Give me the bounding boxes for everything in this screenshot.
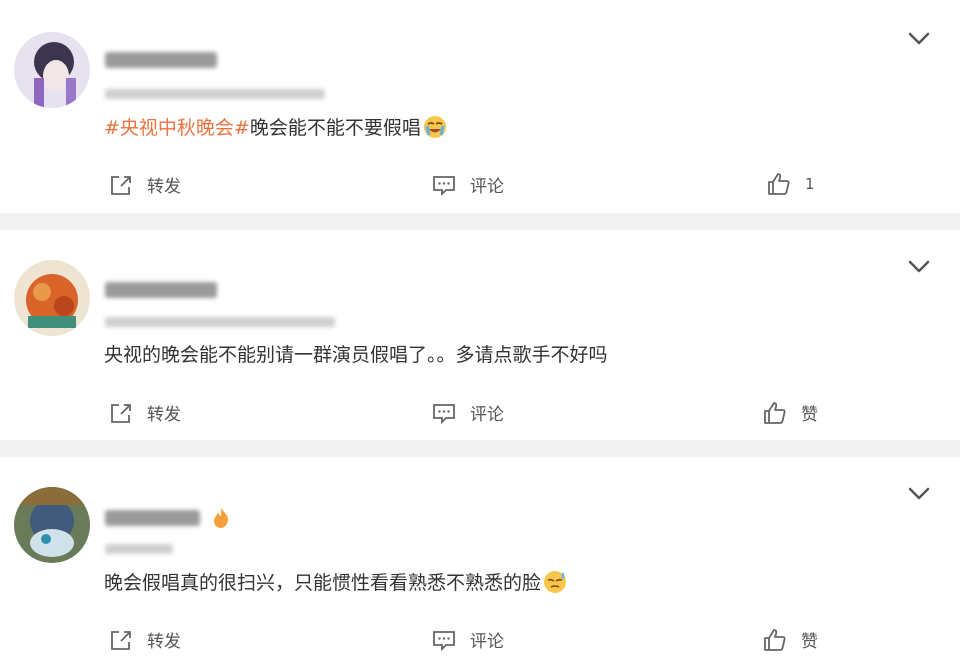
repost-label: 转发 — [147, 405, 181, 425]
avatar[interactable] — [14, 260, 90, 336]
avatar[interactable] — [14, 32, 90, 108]
post-text: 央视的晚会能不能别请一群演员假唱了。。多请点歌手不好吗 — [104, 344, 608, 366]
like-label: 赞 — [801, 405, 818, 425]
comment-button[interactable]: 评论 — [432, 172, 504, 197]
username-blurred[interactable] — [105, 510, 200, 526]
repost-icon — [111, 175, 131, 195]
comment-label: 评论 — [470, 405, 504, 425]
comment-button[interactable]: 评论 — [432, 400, 504, 425]
thumbs-up-icon — [764, 628, 786, 651]
sweat-face-icon — [544, 571, 567, 593]
post-text: #央视中秋晚会#晚会能不能不要假唱 — [104, 115, 447, 140]
comment-label: 评论 — [470, 632, 504, 652]
comment-icon — [433, 630, 455, 651]
repost-label: 转发 — [147, 177, 181, 197]
comment-button[interactable]: 评论 — [432, 627, 504, 652]
like-button[interactable]: 1 — [767, 172, 815, 196]
post-card: 央视的晚会能不能别请一群演员假唱了。。多请点歌手不好吗 转发 评论 赞 — [0, 230, 960, 440]
crying-face-icon — [423, 116, 446, 138]
like-button[interactable]: 赞 — [763, 627, 818, 652]
repost-button[interactable]: 转发 — [109, 627, 181, 652]
username-blurred[interactable] — [105, 282, 217, 298]
post-meta-blurred — [105, 317, 335, 327]
avatar[interactable] — [14, 487, 90, 563]
comment-icon — [433, 175, 455, 196]
fire-badge-icon — [214, 508, 229, 528]
post-meta-blurred — [105, 89, 325, 99]
repost-icon — [111, 403, 131, 423]
chevron-down-icon[interactable] — [908, 260, 930, 274]
repost-button[interactable]: 转发 — [109, 400, 181, 425]
username-blurred[interactable] — [105, 52, 217, 68]
like-count: 1 — [805, 175, 815, 193]
post-card: 晚会假唱真的很扫兴，只能惯性看看熟悉不熟悉的脸 转发 评论 赞 — [0, 457, 960, 660]
like-label: 赞 — [801, 632, 818, 652]
chevron-down-icon[interactable] — [908, 32, 930, 46]
repost-button[interactable]: 转发 — [109, 172, 181, 197]
repost-icon — [111, 630, 131, 650]
like-button[interactable]: 赞 — [763, 400, 818, 425]
comment-label: 评论 — [470, 177, 504, 197]
post-card: #央视中秋晚会#晚会能不能不要假唱 转发 评论 1 — [0, 0, 960, 213]
thumbs-up-icon — [768, 173, 790, 195]
post-text: 晚会假唱真的很扫兴，只能惯性看看熟悉不熟悉的脸 — [104, 570, 567, 595]
repost-label: 转发 — [147, 632, 181, 652]
chevron-down-icon[interactable] — [908, 487, 930, 501]
comment-icon — [433, 403, 455, 424]
thumbs-up-icon — [764, 401, 786, 424]
post-meta-blurred — [105, 544, 173, 554]
topic-link[interactable]: #央视中秋晚会# — [104, 117, 250, 139]
